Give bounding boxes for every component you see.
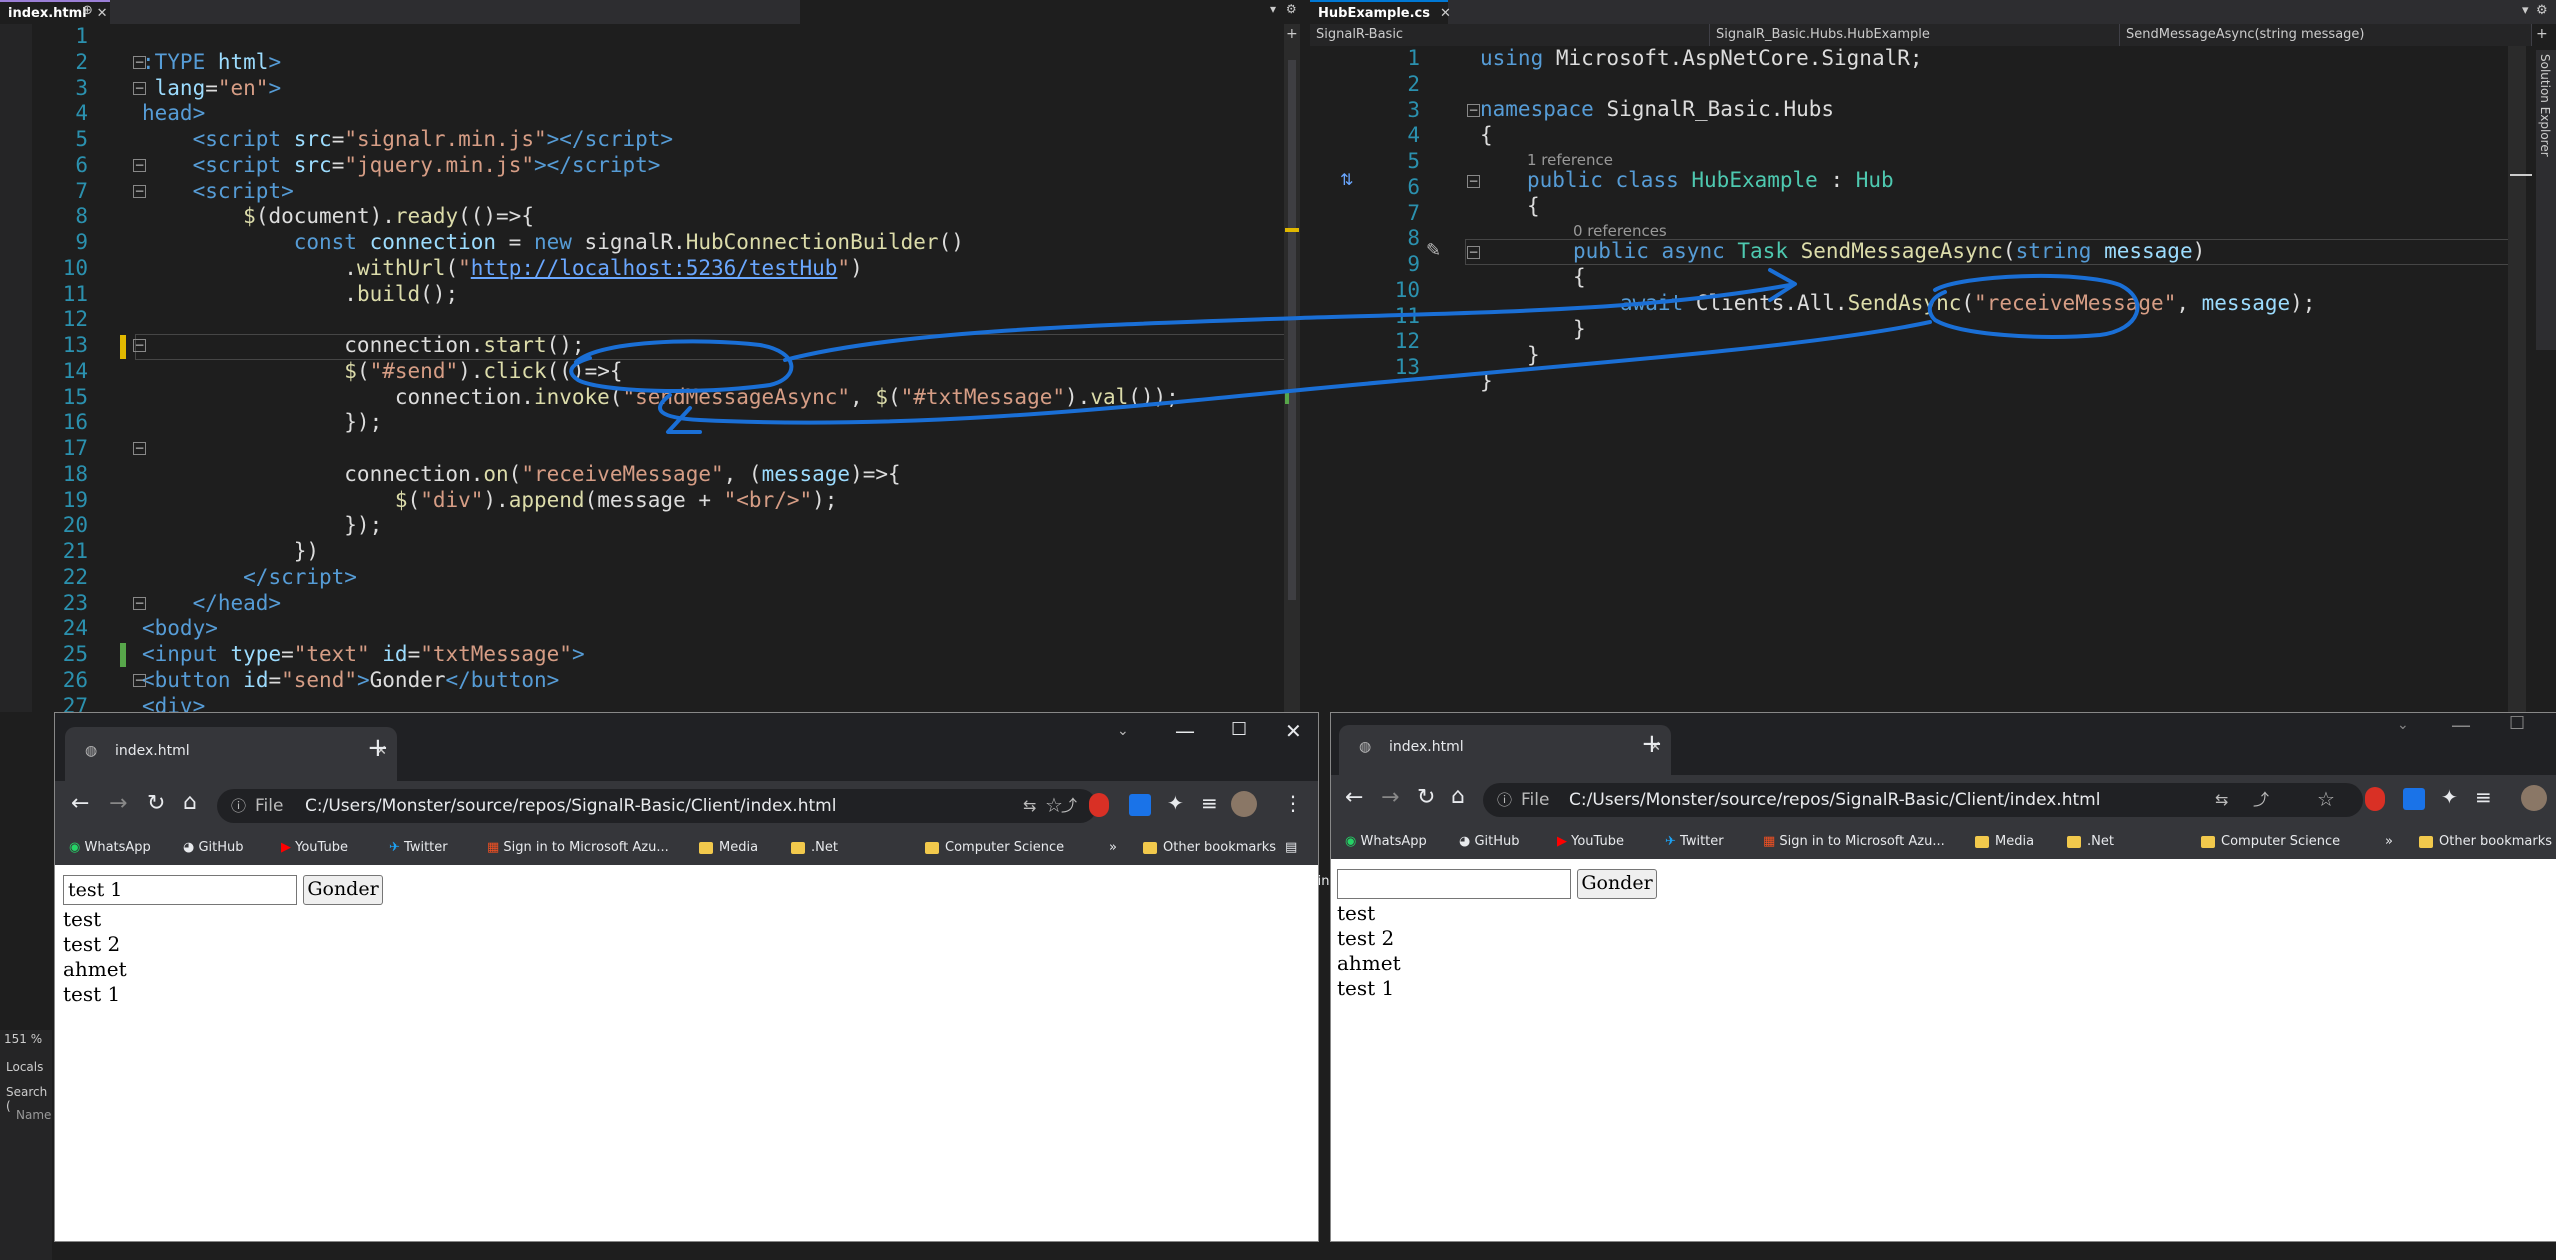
annotation-arrow-to-hub (783, 283, 1792, 362)
annotation-overlay (569, 268, 2140, 434)
annotation-circle-send-method (569, 339, 794, 394)
annotation-circle-receive (1927, 273, 2140, 339)
annotation-arrow-to-client (658, 320, 1932, 425)
